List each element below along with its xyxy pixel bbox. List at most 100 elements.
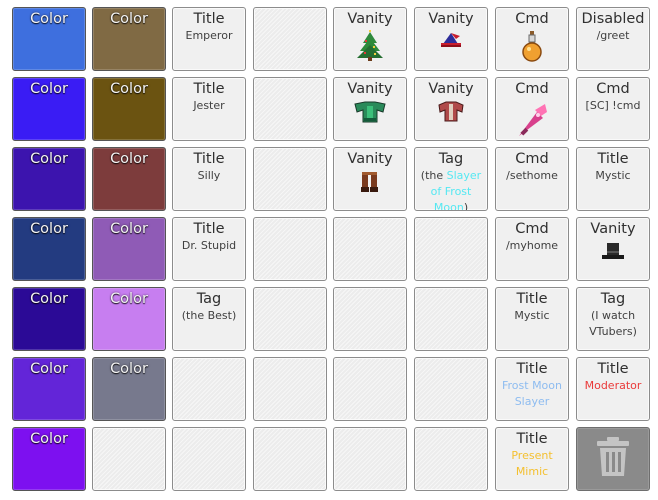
slot-detail: Frost Moon Slayer	[501, 379, 562, 408]
empty-slot[interactable]	[414, 287, 488, 351]
empty-slot[interactable]	[414, 217, 488, 281]
empty-slot[interactable]	[253, 7, 327, 71]
color-slot[interactable]: Color	[12, 287, 86, 351]
slot-heading: Color	[110, 151, 148, 167]
empty-slot[interactable]	[172, 427, 246, 491]
potion-flask-icon	[496, 30, 568, 68]
color-slot[interactable]: Color	[12, 217, 86, 281]
tag-slot[interactable]: Tag (the Slayer of Frost Moon)	[414, 147, 488, 211]
slot-detail: /sethome	[506, 169, 558, 182]
title-slot[interactable]: Title Emperor	[172, 7, 246, 71]
slot-heading: Color	[110, 361, 148, 377]
vanity-slot[interactable]: Vanity	[333, 147, 407, 211]
title-slot[interactable]: Title Present Mimic	[495, 427, 569, 491]
slot-heading: Cmd	[515, 221, 549, 237]
color-slot[interactable]: Color	[12, 427, 86, 491]
slot-heading: Disabled	[581, 11, 645, 27]
empty-slot[interactable]	[414, 357, 488, 421]
empty-slot[interactable]	[92, 427, 166, 491]
color-slot[interactable]: Color	[92, 147, 166, 211]
cmd-slot[interactable]: Cmd	[495, 7, 569, 71]
slot-heading: Vanity	[428, 81, 474, 97]
empty-slot[interactable]	[333, 287, 407, 351]
empty-slot[interactable]	[253, 287, 327, 351]
color-slot[interactable]: Color	[12, 77, 86, 141]
color-slot[interactable]: Color	[92, 287, 166, 351]
empty-slot[interactable]	[253, 147, 327, 211]
slot-heading: Cmd	[515, 81, 549, 97]
vanity-slot[interactable]: Vanity	[333, 77, 407, 141]
title-slot[interactable]: Title Moderator	[576, 357, 650, 421]
slot-heading: Color	[110, 11, 148, 27]
slot-heading: Title	[193, 151, 225, 167]
empty-slot[interactable]	[253, 77, 327, 141]
slot-heading: Tag	[196, 291, 222, 307]
color-slot[interactable]: Color	[92, 7, 166, 71]
title-slot[interactable]: Title Frost Moon Slayer	[495, 357, 569, 421]
empty-slot[interactable]	[253, 427, 327, 491]
brown-boots-icon	[334, 170, 406, 198]
empty-slot[interactable]	[172, 357, 246, 421]
vanity-slot[interactable]: Vanity	[333, 7, 407, 71]
slot-heading: Title	[516, 431, 548, 447]
slot-detail: (I watch VTubers)	[589, 309, 637, 338]
vanity-slot[interactable]: Vanity	[414, 77, 488, 141]
tag-slot[interactable]: Tag (I watch VTubers)	[576, 287, 650, 351]
empty-slot[interactable]	[253, 357, 327, 421]
empty-slot[interactable]	[333, 217, 407, 281]
slot-detail: (the Best)	[181, 309, 237, 322]
color-slot[interactable]: Color	[12, 357, 86, 421]
title-slot[interactable]: Title Silly	[172, 147, 246, 211]
empty-slot[interactable]	[333, 357, 407, 421]
slot-heading: Tag	[438, 151, 464, 167]
trash-slot[interactable]	[576, 427, 650, 491]
color-slot[interactable]: Color	[92, 77, 166, 141]
slot-detail: Dr. Stupid	[181, 239, 237, 252]
color-slot[interactable]: Color	[92, 357, 166, 421]
slot-heading: Title	[193, 11, 225, 27]
title-slot[interactable]: Title Mystic	[495, 287, 569, 351]
slot-detail: Emperor	[185, 29, 233, 42]
slot-heading: Color	[110, 221, 148, 237]
color-slot[interactable]: Color	[92, 217, 166, 281]
tag-suffix: )	[463, 201, 469, 211]
empty-slot[interactable]	[253, 217, 327, 281]
slot-detail: Present Mimic	[511, 449, 553, 478]
slot-heading: Cmd	[596, 81, 630, 97]
top-hat-icon	[577, 240, 649, 266]
slot-detail: Silly	[197, 169, 221, 182]
slot-heading: Color	[30, 431, 68, 447]
disabled-slot[interactable]: Disabled/greet	[576, 7, 650, 71]
title-slot[interactable]: Title Mystic	[576, 147, 650, 211]
slot-detail: Jester	[193, 99, 225, 112]
title-slot[interactable]: Title Jester	[172, 77, 246, 141]
slot-detail: (the Slayer of Frost Moon)	[415, 168, 487, 211]
empty-slot[interactable]	[414, 427, 488, 491]
title-slot[interactable]: Title Dr. Stupid	[172, 217, 246, 281]
cmd-slot[interactable]: Cmd/sethome	[495, 147, 569, 211]
cmd-slot[interactable]: Cmd [SC] !cmd	[576, 77, 650, 141]
slot-heading: Title	[597, 361, 629, 377]
inventory-grid: Color Color Title Emperor Vanity Vanity Cmd Dis…	[0, 0, 658, 500]
slot-heading: Color	[110, 81, 148, 97]
slot-heading: Tag	[600, 291, 626, 307]
vanity-slot[interactable]: Vanity	[576, 217, 650, 281]
slot-heading: Title	[516, 291, 548, 307]
tag-slot[interactable]: Tag (the Best)	[172, 287, 246, 351]
slot-heading: Cmd	[515, 11, 549, 27]
color-slot[interactable]: Color	[12, 147, 86, 211]
empty-slot[interactable]	[333, 427, 407, 491]
slot-heading: Color	[30, 361, 68, 377]
slot-heading: Vanity	[347, 151, 393, 167]
color-slot[interactable]: Color	[12, 7, 86, 71]
slot-detail: [SC] !cmd	[585, 99, 641, 112]
vanity-slot[interactable]: Vanity	[414, 7, 488, 71]
cmd-slot[interactable]: Cmd/myhome	[495, 217, 569, 281]
green-armor-icon	[334, 100, 406, 130]
cmd-slot[interactable]: Cmd	[495, 77, 569, 141]
slot-heading: Title	[597, 151, 629, 167]
pink-drill-icon	[496, 100, 568, 140]
slot-heading: Title	[516, 361, 548, 377]
slot-heading: Title	[193, 81, 225, 97]
wizard-hat-icon	[415, 30, 487, 56]
